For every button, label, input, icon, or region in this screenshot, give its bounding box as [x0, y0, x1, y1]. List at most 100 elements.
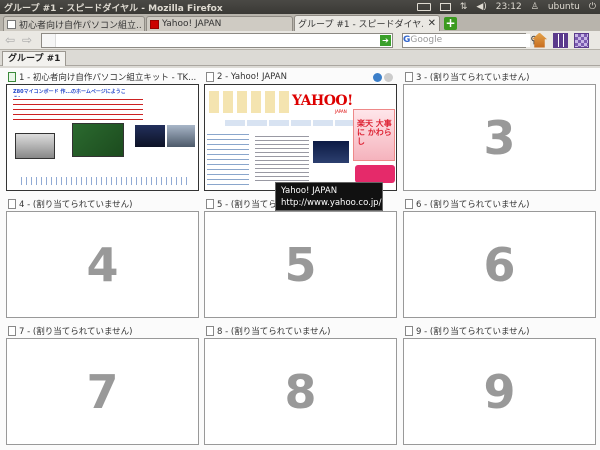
tab-label: 初心者向け自作パソコン組立... [19, 20, 141, 31]
yahoo-news [255, 133, 309, 183]
yahoo-service-icons [209, 91, 289, 113]
search-input[interactable] [410, 33, 531, 47]
new-tab-button[interactable]: + [444, 17, 457, 30]
thumbnail-text: Z80マイコンボード 作...のホームページにようこそ! [13, 89, 126, 102]
speed-dial-grid: 1 - 初心者向け自作パソコン組立キット - TK... Z80マイコンボード … [0, 68, 600, 450]
thumbnail-footer [17, 177, 187, 185]
dial-number[interactable]: 4 [6, 211, 199, 318]
page-icon [8, 199, 16, 209]
yahoo-favicon-icon [150, 19, 159, 29]
page-icon [206, 199, 214, 209]
device-image [15, 133, 55, 159]
mail-icon[interactable] [439, 3, 451, 11]
dial-cell-1[interactable]: 1 - 初心者向け自作パソコン組立キット - TK... Z80マイコンボード … [6, 70, 199, 194]
group-tab[interactable]: グループ #1 [2, 51, 67, 66]
edit-icon[interactable] [384, 72, 393, 82]
dial-cell-2[interactable]: 2 - Yahoo! JAPAN YAHOO! JAPAN 楽天 大事に かわら… [204, 70, 397, 194]
close-tab-icon[interactable]: ✕ [428, 18, 436, 29]
tab-pc-kit[interactable]: 初心者向け自作パソコン組立... [3, 16, 145, 31]
yahoo-ad-text: 楽天 大事に かわらし [357, 119, 392, 146]
user-name[interactable]: ubuntu [548, 2, 580, 12]
page-icon [8, 72, 16, 82]
back-arrow-icon[interactable]: ⇦ [3, 33, 17, 47]
dial-label: 9 - (割り当てられていません) [416, 327, 530, 337]
tab-label: Yahoo! JAPAN [162, 19, 222, 29]
dial-header: 9 - (割り当てられていません) [403, 324, 596, 338]
page-icon [206, 72, 214, 82]
dial-cell-8[interactable]: 8 - (割り当てられていません) 8 [204, 324, 397, 448]
photo-image [167, 125, 195, 147]
dial-header: 1 - 初心者向け自作パソコン組立キット - TK... [6, 70, 199, 84]
yahoo-logo: YAHOO! [292, 93, 353, 109]
site-identity-icon[interactable] [42, 33, 56, 47]
page-favicon-icon [7, 19, 16, 29]
power-icon[interactable]: ⏻ [589, 2, 596, 12]
photo-image [135, 125, 165, 147]
thumbnail-text-block [13, 97, 143, 121]
url-bar[interactable]: ➔ [41, 32, 393, 48]
dial-cell-4[interactable]: 4 - (割り当てられていません) 4 [6, 197, 199, 321]
dial-label: 8 - (割り当てられていません) [217, 327, 331, 337]
dial-number[interactable]: 8 [204, 338, 397, 445]
yahoo-logo-sub: JAPAN [335, 109, 347, 114]
navigation-bar: ⇦ ⇨ ➔ G ⚲ [0, 31, 600, 50]
yahoo-sidebar [207, 130, 249, 188]
link-tooltip: Yahoo! JAPAN http://www.yahoo.co.jp/ [275, 182, 383, 211]
dial-thumbnail[interactable]: Z80マイコンボード 作...のホームページにようこそ! [6, 84, 199, 191]
page-icon [405, 72, 413, 82]
group-bar: グループ #1 [0, 50, 600, 66]
dial-header: 7 - (割り当てられていません) [6, 324, 199, 338]
dial-header: 3 - (割り当てられていません) [403, 70, 596, 84]
yahoo-photo [313, 141, 349, 163]
dial-cell-3[interactable]: 3 - (割り当てられていません) 3 [403, 70, 596, 194]
dial-cell-6[interactable]: 6 - (割り当てられていません) 6 [403, 197, 596, 321]
refresh-icon[interactable] [373, 72, 382, 82]
user-icon: ♙ [530, 2, 539, 12]
forward-arrow-icon[interactable]: ⇨ [20, 33, 34, 47]
yahoo-search-tabs [225, 120, 355, 126]
page-icon [8, 326, 16, 336]
dial-header: 6 - (割り当てられていません) [403, 197, 596, 211]
dial-number[interactable]: 5 [204, 211, 397, 318]
clock[interactable]: 23:12 [496, 2, 522, 12]
dial-header: 8 - (割り当てられていません) [204, 324, 397, 338]
keyboard-icon[interactable] [416, 3, 431, 11]
dial-label: 4 - (割り当てられていません) [19, 200, 133, 210]
dial-label: 6 - (割り当てられていません) [416, 200, 530, 210]
tab-yahoo[interactable]: Yahoo! JAPAN [146, 16, 293, 31]
dial-number[interactable]: 9 [403, 338, 596, 445]
tooltip-title: Yahoo! JAPAN [281, 186, 338, 196]
volume-icon[interactable]: ◀) [476, 2, 486, 12]
page-icon [405, 326, 413, 336]
go-button[interactable]: ➔ [380, 34, 391, 46]
dial-controls [373, 72, 397, 82]
dial-cell-5[interactable]: 5 - (割り当てられていません) 5 [204, 197, 397, 321]
circuit-board-image [72, 123, 124, 157]
dial-thumbnail[interactable]: YAHOO! JAPAN 楽天 大事に かわらし [204, 84, 397, 191]
page-icon [206, 326, 214, 336]
tab-strip: 初心者向け自作パソコン組立... Yahoo! JAPAN グループ #1 - … [0, 14, 600, 91]
dial-label: 3 - (割り当てられていません) [416, 73, 530, 83]
dial-header: 2 - Yahoo! JAPAN [204, 70, 397, 84]
dial-cell-9[interactable]: 9 - (割り当てられていません) 9 [403, 324, 596, 448]
dial-label: 1 - 初心者向け自作パソコン組立キット - TK... [19, 73, 197, 83]
google-engine-icon[interactable]: G [403, 34, 410, 47]
dial-header: 4 - (割り当てられていません) [6, 197, 199, 211]
search-bar[interactable]: G ⚲ [402, 32, 538, 48]
speed-dial-grid-icon[interactable] [574, 32, 589, 48]
window-title: グループ #1 - スピードダイヤル - Mozilla Firefox [4, 3, 223, 14]
speed-dial-icon[interactable] [553, 32, 568, 48]
dial-label: 7 - (割り当てられていません) [19, 327, 133, 337]
tab-label: グループ #1 - スピードダイヤル [298, 20, 423, 30]
dial-number[interactable]: 7 [6, 338, 199, 445]
tab-speed-dial[interactable]: グループ #1 - スピードダイヤル ✕ [0, 15, 440, 91]
dial-number[interactable]: 3 [403, 84, 596, 191]
yahoo-ad-banner [355, 165, 395, 183]
page-icon [405, 199, 413, 209]
tooltip-url: http://www.yahoo.co.jp/ [281, 198, 382, 208]
dial-cell-7[interactable]: 7 - (割り当てられていません) 7 [6, 324, 199, 448]
network-icon[interactable]: ⇅ [460, 2, 468, 12]
system-tray: ⇅ ◀) 23:12 ♙ ubuntu ⏻ [416, 2, 596, 12]
url-input[interactable] [56, 33, 380, 47]
dial-number[interactable]: 6 [403, 211, 596, 318]
